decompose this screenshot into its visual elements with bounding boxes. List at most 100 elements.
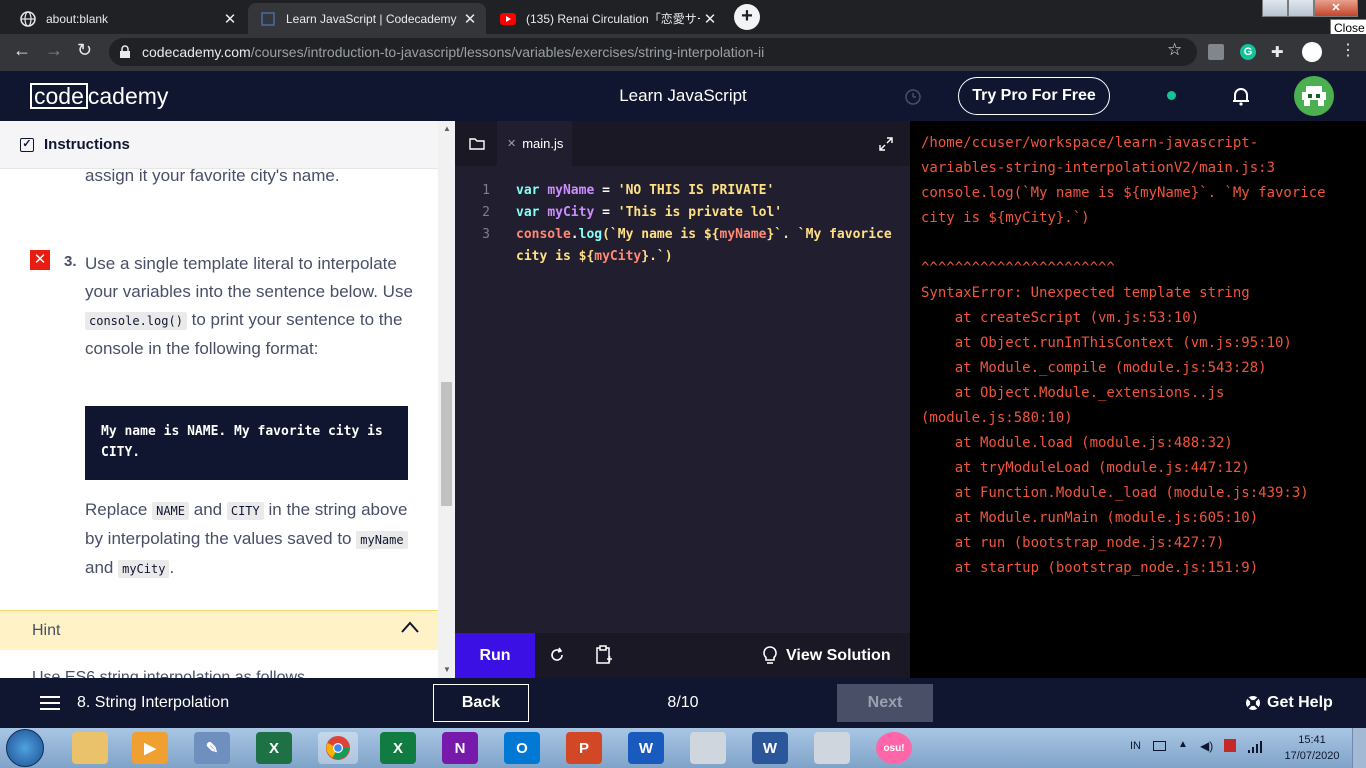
- paint-icon[interactable]: ✎: [194, 732, 230, 764]
- format-code-block: My name is NAME. My favorite city is CIT…: [85, 406, 408, 480]
- instructions-header[interactable]: ✓ Instructions: [0, 121, 438, 169]
- bell-icon[interactable]: [1231, 86, 1251, 106]
- tab-learn-javascript[interactable]: Learn JavaScript | Codecademy ✕: [248, 3, 486, 34]
- replace-text: .: [169, 558, 175, 577]
- tab-title: about:blank: [46, 11, 109, 26]
- media-player-icon[interactable]: ▶: [132, 732, 168, 764]
- next-button[interactable]: Next: [837, 684, 933, 722]
- tab-title: Learn JavaScript | Codecademy: [286, 11, 457, 26]
- back-button[interactable]: Back: [433, 684, 529, 722]
- line-number: 2: [482, 205, 490, 220]
- hamburger-menu-icon: [40, 696, 60, 710]
- hint-toggle[interactable]: Hint: [0, 610, 438, 650]
- close-tab-icon[interactable]: ✕: [220, 10, 240, 28]
- extensions-puzzle-icon[interactable]: ✚: [1271, 43, 1284, 61]
- onenote-icon[interactable]: N: [442, 732, 478, 764]
- antivirus-icon[interactable]: [1224, 739, 1236, 752]
- punct: .: [570, 227, 579, 242]
- forward-arrow-icon[interactable]: →: [45, 40, 63, 61]
- profile-avatar-icon[interactable]: [1302, 42, 1322, 62]
- word-old-icon[interactable]: W: [752, 732, 788, 764]
- url-path: /courses/introduction-to-javascript/less…: [250, 44, 765, 60]
- inline-code: CITY: [226, 502, 264, 520]
- reload-icon[interactable]: ↻: [77, 40, 92, 61]
- chrome-taskbar-icon[interactable]: [318, 732, 358, 764]
- scroll-down-arrow-icon[interactable]: ▼: [443, 665, 451, 674]
- word-icon[interactable]: W: [628, 732, 664, 764]
- close-tab-icon[interactable]: ✕: [700, 10, 720, 28]
- url-domain: codecademy.com: [142, 44, 251, 60]
- code-line-2[interactable]: var myCity = 'This is private lol': [516, 202, 782, 224]
- file-tab-main-js[interactable]: ✕ main.js: [497, 121, 572, 166]
- bookmark-star-icon[interactable]: ☆: [1167, 40, 1182, 60]
- try-pro-button[interactable]: Try Pro For Free: [958, 77, 1110, 115]
- chrome-globe-icon: [20, 10, 36, 27]
- inline-code: NAME: [152, 502, 190, 520]
- step-number: 3.: [64, 253, 77, 270]
- template-string: (`My name is ${: [602, 227, 720, 242]
- help-lifebuoy-icon: [1245, 695, 1261, 711]
- run-button[interactable]: Run: [455, 633, 535, 678]
- lesson-menu[interactable]: 8. String Interpolation: [40, 678, 229, 728]
- url-text[interactable]: codecademy.com/courses/introduction-to-j…: [142, 44, 764, 60]
- chevron-up-icon: [400, 620, 420, 634]
- inline-code: console.log(): [85, 312, 187, 330]
- windows-start-button[interactable]: [6, 729, 44, 767]
- lightbulb-icon: [762, 645, 778, 666]
- copy-clipboard-icon[interactable]: [595, 645, 613, 665]
- alarm-clock-icon[interactable]: [904, 87, 922, 105]
- show-desktop-button[interactable]: [1352, 728, 1366, 768]
- course-title: Learn JavaScript: [619, 86, 747, 105]
- folder-icon[interactable]: [469, 137, 485, 150]
- variable: myCity: [547, 205, 595, 220]
- status-dot-icon: [1167, 91, 1176, 100]
- checkbox-icon: ✓: [20, 137, 34, 152]
- maximize-window-button[interactable]: [1288, 0, 1314, 17]
- code-line-1[interactable]: var myName = 'NO THIS IS PRIVATE': [516, 180, 774, 202]
- close-tab-icon[interactable]: ✕: [460, 10, 480, 28]
- close-window-button[interactable]: ✕: [1314, 0, 1358, 17]
- scrollbar-thumb[interactable]: [441, 382, 452, 506]
- volume-icon[interactable]: ◀): [1200, 739, 1213, 753]
- new-tab-button[interactable]: +: [734, 4, 760, 30]
- grammarly-icon[interactable]: G: [1240, 44, 1256, 60]
- lock-icon[interactable]: [119, 45, 131, 59]
- reset-icon[interactable]: [549, 647, 565, 663]
- roblox-icon[interactable]: [690, 732, 726, 764]
- view-solution-button[interactable]: View Solution: [762, 633, 891, 678]
- powerpoint-icon[interactable]: P: [566, 732, 602, 764]
- more-menu-icon[interactable]: ⋮: [1340, 40, 1356, 60]
- tab-youtube[interactable]: (135) Renai Circulation「恋愛サーキ ✕: [488, 3, 726, 34]
- tab-title: (135) Renai Circulation「恋愛サーキ: [526, 12, 700, 26]
- failed-x-icon: ✕: [30, 250, 50, 270]
- minimize-window-button[interactable]: [1262, 0, 1288, 17]
- extension-icon[interactable]: [1208, 44, 1224, 60]
- user-avatar[interactable]: [1294, 76, 1334, 116]
- keyboard-icon[interactable]: [1153, 741, 1166, 751]
- osu-icon[interactable]: osu!: [876, 732, 912, 764]
- outlook-icon[interactable]: O: [504, 732, 540, 764]
- object: console: [516, 227, 571, 242]
- instructions-panel: [0, 121, 438, 678]
- network-signal-icon[interactable]: [1248, 741, 1264, 753]
- replace-text: Replace: [85, 500, 148, 519]
- expand-icon[interactable]: [879, 137, 893, 151]
- get-help-button[interactable]: Get Help: [1245, 678, 1333, 728]
- file-explorer-icon[interactable]: [72, 732, 108, 764]
- back-arrow-icon[interactable]: ←: [13, 40, 31, 61]
- tab-about-blank[interactable]: about:blank ✕: [8, 3, 246, 34]
- excel-icon[interactable]: X: [380, 732, 416, 764]
- code-line-3[interactable]: console.log(`My name is ${myName}`. `My …: [516, 224, 892, 246]
- scroll-up-arrow-icon[interactable]: ▲: [443, 124, 451, 133]
- line-number: 1: [482, 183, 490, 198]
- hint-label: Hint: [32, 621, 61, 639]
- roblox-studio-icon[interactable]: [814, 732, 850, 764]
- taskbar-clock[interactable]: 15:41 17/07/2020: [1284, 732, 1340, 764]
- interp-var: myName: [719, 227, 767, 242]
- show-hidden-icons-icon[interactable]: ▲: [1178, 739, 1188, 750]
- code-line-3-wrap[interactable]: city is ${myCity}.`): [516, 246, 673, 268]
- close-file-icon[interactable]: ✕: [507, 137, 516, 150]
- terminal-output: /home/ccuser/workspace/learn-javascript-…: [910, 121, 1366, 678]
- input-language[interactable]: IN: [1130, 740, 1141, 752]
- excel-old-icon[interactable]: X: [256, 732, 292, 764]
